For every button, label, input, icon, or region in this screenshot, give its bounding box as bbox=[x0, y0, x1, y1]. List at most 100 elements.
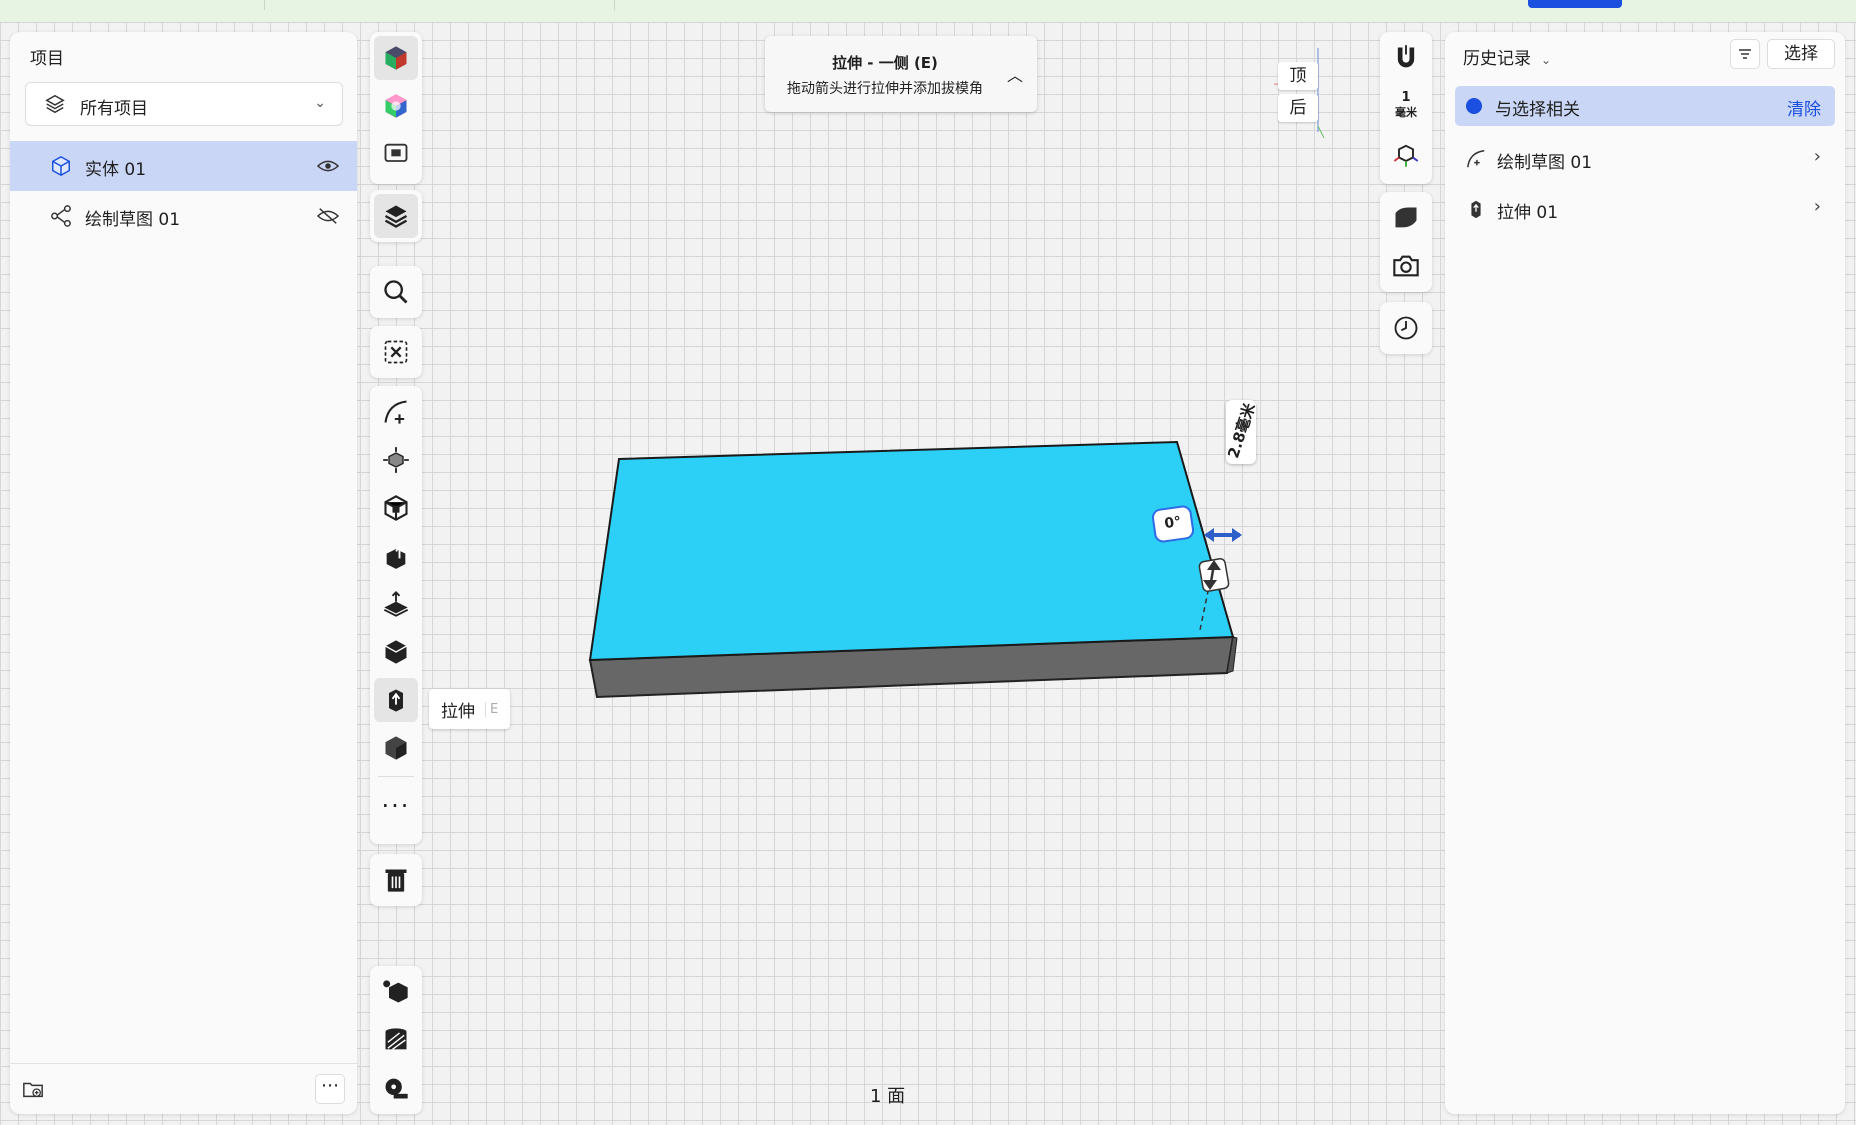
monitor-cube-icon bbox=[384, 143, 408, 162]
clock-icon bbox=[1394, 316, 1418, 340]
command-hint-subtitle: 拖动箭头进行拉伸并添加拔模角 bbox=[787, 81, 983, 97]
view-cube-top-face[interactable]: 顶 bbox=[1278, 62, 1318, 90]
transform-button[interactable] bbox=[374, 438, 418, 482]
shell-button[interactable] bbox=[374, 630, 418, 674]
grid-scale-value: 1 bbox=[1401, 90, 1411, 105]
striped-cylinder-icon bbox=[385, 1028, 407, 1050]
layers-button[interactable] bbox=[374, 194, 418, 238]
tree-item-label: 实体 01 bbox=[85, 160, 147, 180]
render-mode-button[interactable] bbox=[374, 36, 418, 80]
grid-scale-unit: 毫米 bbox=[1395, 106, 1417, 119]
screenshot-button[interactable] bbox=[1384, 244, 1428, 288]
more-button[interactable]: ⋯ bbox=[315, 1074, 345, 1104]
appearance-button[interactable] bbox=[1384, 196, 1428, 240]
filter-dot-icon bbox=[1466, 98, 1482, 114]
layers-icon bbox=[45, 94, 65, 114]
box-close-icon bbox=[384, 340, 408, 364]
offset-face-icon bbox=[383, 591, 409, 617]
view-options-button[interactable] bbox=[374, 132, 418, 176]
extrude-arrow-handle[interactable] bbox=[1198, 558, 1230, 592]
chevron-right-icon: › bbox=[1813, 196, 1821, 217]
view-cube-back-face[interactable]: 后 bbox=[1278, 94, 1318, 122]
magnet-icon bbox=[1397, 45, 1415, 68]
extrude-button[interactable] bbox=[374, 678, 418, 722]
hex-solid-icon bbox=[385, 736, 407, 760]
project-selector[interactable]: 所有项目 ⌄ bbox=[25, 82, 343, 126]
delete-button[interactable] bbox=[374, 858, 418, 902]
right-toolbar-top: 1 毫米 bbox=[1380, 32, 1432, 184]
surface-icon bbox=[1395, 207, 1417, 228]
extrude-tooltip: 拉伸 E bbox=[429, 689, 511, 729]
extrude-icon bbox=[389, 689, 403, 712]
filter-icon bbox=[1739, 49, 1751, 59]
solid-top-face bbox=[588, 440, 1235, 662]
snap-vertex-button[interactable] bbox=[374, 970, 418, 1014]
shaded-cube-icon bbox=[385, 46, 407, 70]
axis-cube-icon bbox=[1393, 144, 1419, 167]
project-panel-footer: ⋯ bbox=[10, 1063, 357, 1114]
eye-icon[interactable] bbox=[317, 156, 339, 176]
dimension-value: 2.8毫米 bbox=[1224, 400, 1259, 461]
chevron-right-icon: › bbox=[1813, 146, 1821, 167]
extrude-icon bbox=[1471, 200, 1481, 219]
eye-off-icon[interactable] bbox=[317, 206, 339, 226]
measure-button[interactable] bbox=[374, 1066, 418, 1110]
tree-item-label: 绘制草图 01 bbox=[85, 210, 181, 230]
sketch-nodes-icon bbox=[51, 205, 71, 227]
command-hint: 拉伸 - 一侧 (E) 拖动箭头进行拉伸并添加拔模角 ︿ bbox=[765, 36, 1037, 112]
history-button[interactable] bbox=[1384, 306, 1428, 350]
snap-toolbar bbox=[370, 966, 422, 1114]
collapse-icon[interactable]: ︿ bbox=[1007, 62, 1023, 86]
selection-toolbar bbox=[370, 326, 422, 378]
clear-button[interactable]: 清除 bbox=[1787, 95, 1821, 120]
new-folder-icon[interactable] bbox=[22, 1078, 44, 1100]
history-dropdown[interactable]: 历史记录 ⌄ bbox=[1463, 44, 1551, 69]
hex-snap-icon bbox=[383, 980, 408, 1003]
revolve-button[interactable] bbox=[374, 726, 418, 770]
move-cube-icon bbox=[383, 447, 409, 473]
tree-item-sketch[interactable]: 绘制草图 01 bbox=[10, 191, 357, 241]
tree-item-solid[interactable]: 实体 01 bbox=[10, 141, 357, 191]
offset-face-button[interactable] bbox=[374, 582, 418, 626]
push-pull-button[interactable] bbox=[374, 534, 418, 578]
select-button[interactable]: 选择 bbox=[1767, 39, 1835, 69]
snap-magnet-button[interactable] bbox=[1384, 36, 1428, 80]
history-panel: 历史记录 ⌄ 选择 与选择相关 清除 绘制草图 01 › 拉伸 01 › bbox=[1445, 32, 1845, 1114]
display-toolbar bbox=[370, 32, 422, 184]
section-button[interactable] bbox=[374, 1018, 418, 1062]
toolbar-divider bbox=[378, 776, 414, 777]
panel-title: 项目 bbox=[30, 49, 64, 69]
related-to-selection[interactable]: 与选择相关 清除 bbox=[1455, 86, 1835, 126]
chevron-down-icon: ⌄ bbox=[314, 95, 326, 111]
more-tools-button[interactable]: ··· bbox=[374, 784, 418, 828]
right-toolbar-history bbox=[1380, 302, 1432, 354]
sketch-button[interactable] bbox=[374, 390, 418, 434]
primitive-button[interactable] bbox=[374, 486, 418, 530]
sketch-arc-icon bbox=[384, 400, 407, 424]
color-wheel-icon bbox=[385, 94, 407, 118]
related-label: 与选择相关 bbox=[1495, 100, 1580, 120]
search-button[interactable] bbox=[374, 270, 418, 314]
search-toolbar bbox=[370, 266, 422, 318]
project-panel: 项目 所有项目 ⌄ 实体 01 绘制草图 01 ⋯ bbox=[10, 32, 357, 1114]
layers-stack-icon bbox=[384, 205, 408, 228]
history-title: 历史记录 bbox=[1463, 49, 1531, 69]
history-item-label: 拉伸 01 bbox=[1497, 203, 1559, 223]
history-item-extrude[interactable]: 拉伸 01 › bbox=[1455, 186, 1835, 230]
clear-selection-button[interactable] bbox=[374, 330, 418, 374]
search-icon bbox=[384, 280, 408, 304]
right-toolbar-mid bbox=[1380, 192, 1432, 292]
view-cube[interactable]: 顶 后 bbox=[1272, 48, 1328, 139]
layers-toolbar bbox=[370, 190, 422, 242]
axis-button[interactable] bbox=[1384, 132, 1428, 176]
sketch-icon bbox=[1467, 150, 1485, 168]
filter-button[interactable] bbox=[1730, 39, 1760, 69]
modeling-toolbar: ··· bbox=[370, 386, 422, 844]
draft-arrow-handle[interactable] bbox=[1204, 528, 1242, 542]
draft-angle-label[interactable]: 0° bbox=[1150, 504, 1196, 544]
cube-icon bbox=[52, 155, 70, 177]
dimension-label[interactable]: 2.8毫米 bbox=[1224, 400, 1259, 464]
history-item-sketch[interactable]: 绘制草图 01 › bbox=[1455, 136, 1835, 180]
tape-measure-icon bbox=[385, 1078, 408, 1099]
material-button[interactable] bbox=[374, 84, 418, 128]
